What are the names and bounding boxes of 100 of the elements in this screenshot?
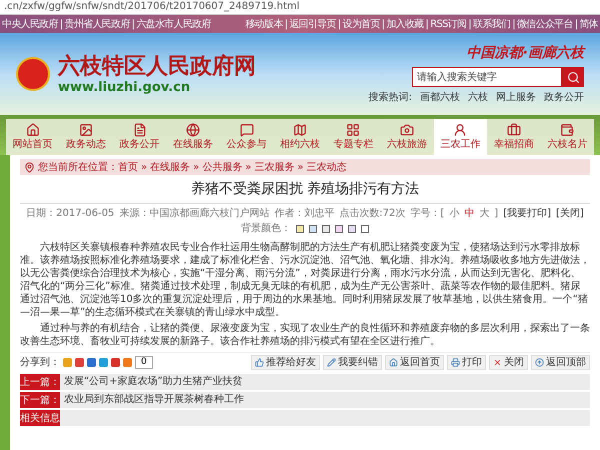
color-swatch[interactable] xyxy=(296,224,304,232)
related-label: 相关信息 xyxy=(20,410,60,426)
breadcrumb-separator: » xyxy=(141,160,148,174)
nav-tab[interactable]: 三农工作 xyxy=(434,119,488,155)
link-separator: | xyxy=(426,18,428,32)
nav-tab[interactable]: 相约六枝 xyxy=(273,119,327,155)
font-size-option[interactable]: 中 xyxy=(464,206,474,221)
color-swatch[interactable] xyxy=(309,224,317,232)
nav-icon xyxy=(346,122,360,136)
color-label: 背景颜色： xyxy=(241,222,291,236)
meta-text: 来源：中国凉都画廊六枝门户网站 xyxy=(119,206,270,221)
site-name: 六枝特区人民政府网 xyxy=(58,54,256,80)
hot-word-link[interactable]: 六枝 xyxy=(468,90,488,105)
action-button[interactable]: 我要纠错 xyxy=(323,355,382,370)
color-swatch[interactable] xyxy=(322,224,330,232)
link-separator: | xyxy=(382,18,384,32)
nav-tab[interactable]: 网站首页 xyxy=(6,119,60,155)
nav-tab[interactable]: 政务公开 xyxy=(112,119,166,155)
hot-word-link[interactable]: 画都六枝 xyxy=(420,90,460,105)
nav-tab[interactable]: 专题专栏 xyxy=(326,119,380,155)
site-url: www.liuzhi.gov.cn xyxy=(58,80,192,94)
meta-text: 日期：2017-06-05 xyxy=(26,206,114,221)
breadcrumb-link[interactable]: 三农动态 xyxy=(306,160,346,174)
share-label: 分享到： xyxy=(20,356,60,370)
color-swatch[interactable] xyxy=(335,224,343,232)
breadcrumb-separator: » xyxy=(245,160,252,174)
link-separator: | xyxy=(574,18,578,32)
action-icon xyxy=(493,358,502,367)
nav-icon xyxy=(26,122,40,136)
nav-icon xyxy=(400,122,414,136)
color-swatch[interactable] xyxy=(361,224,369,232)
nav-tab[interactable]: 政务动态 xyxy=(59,119,113,155)
search-button[interactable] xyxy=(562,67,584,87)
link-separator: | xyxy=(132,18,134,32)
breadcrumb-link[interactable]: 公共服务 xyxy=(202,160,242,174)
top-link[interactable]: 移动版本 xyxy=(245,16,283,32)
search-icon xyxy=(566,70,580,84)
article-title: 养猪不受粪尿困扰 养殖场排污有方法 xyxy=(20,175,590,204)
related-link[interactable]: 农业局到东部战区指导开展茶树春种工作 xyxy=(60,392,244,408)
address-bar[interactable]: .cn/zxfw/ggfw/snfw/sndt/201706/t20170607_2489719.html xyxy=(0,0,600,15)
action-button[interactable]: 推荐给好友 xyxy=(251,355,320,370)
action-icon xyxy=(451,358,460,367)
font-size-option[interactable]: 小 xyxy=(449,206,460,221)
location-pin-icon xyxy=(24,162,35,172)
link-separator: | xyxy=(468,18,472,32)
color-swatch[interactable] xyxy=(348,224,356,232)
nav-tab[interactable]: 六枝旅游 xyxy=(380,119,434,155)
hot-word-link[interactable]: 政务公开 xyxy=(544,90,584,105)
font-size-bracket: ] xyxy=(494,207,498,221)
meta-text: 作者：刘忠平 xyxy=(274,206,334,221)
share-count: 0 xyxy=(135,356,153,369)
font-size-label: 字号：[ xyxy=(410,206,444,221)
action-button[interactable]: 返回顶部 xyxy=(531,355,590,370)
top-link[interactable]: 返回引导页 xyxy=(289,16,336,32)
nav-icon xyxy=(132,122,147,136)
top-link[interactable]: 加入收藏 xyxy=(386,16,424,32)
action-button[interactable]: 关闭 xyxy=(489,355,528,370)
top-link[interactable]: 联系我们 xyxy=(473,16,510,32)
breadcrumb-link[interactable]: 三农服务 xyxy=(254,160,294,174)
breadcrumb-link[interactable]: 您当前所在位置：首页 xyxy=(38,160,138,174)
top-link[interactable]: 贵州省人民政府 xyxy=(64,16,130,32)
nav-icon xyxy=(560,122,574,136)
search-field[interactable]: 请输入搜索关键字 xyxy=(412,67,562,87)
action-icon xyxy=(389,358,398,367)
nav-tab[interactable]: 六枝名片 xyxy=(540,119,594,155)
action-icon xyxy=(535,358,544,367)
hot-word-link[interactable]: 网上服务 xyxy=(496,90,536,105)
article-paragraph: 六枝特区关寨镇根春种养殖农民专业合作社运用生物高酵制肥的方法生产有机肥让猪粪变废为宝，使猪场达到污水零排放标准。该养殖场按照标准化养殖场要求，建成了标准化栏舍、污水沉淀池、沼气池、氧化塘、排水沟。养殖场吸收多地方先进做法，以无公害粪便综合治理技术为核心，实施“干湿分离、雨污分流”，对粪尿进行分离，雨水污水分流，从而达到无害化、肥料化、沼气化的“两分三化”标准。猪粪通过技术处理，制成无臭无味的有机肥，成为生产无公害茶叶、蔬菜等农作物的最佳肥料。猪尿通过沼气池、沉淀池等10多次的重复沉淀处理后，用于周边的水果基地。同时利用猪尿发展了牧草基地，以供生猪食用。一个“猪—沼—果—草”的生态循环模式在关寨镇的青山绿水中成型。 xyxy=(20,241,590,319)
top-link[interactable]: 中央人民政府 xyxy=(2,16,58,32)
link-separator: | xyxy=(60,18,62,32)
nav-tab[interactable]: 在线服务 xyxy=(166,119,220,155)
nav-tab[interactable]: 公众参与 xyxy=(220,119,274,155)
link-separator: | xyxy=(284,18,288,32)
top-link[interactable]: 六盘水市人民政府 xyxy=(136,16,211,32)
top-link[interactable]: 设为首页 xyxy=(342,16,380,32)
font-size-option[interactable]: 大 xyxy=(479,206,490,221)
related-link[interactable]: 发展“公司+家庭农场”助力生猪产业扶贫 xyxy=(60,374,243,390)
breadcrumb-separator: » xyxy=(193,160,200,174)
top-link[interactable]: RSS订阅 xyxy=(430,16,466,32)
meta-link[interactable]: [我要打印] xyxy=(503,206,552,221)
top-link[interactable]: 简体 xyxy=(579,16,598,32)
article-paragraph: 通过种与养的有机结合，让猪的粪便、尿液变废为宝，实现了农业生产的良性循环和养殖废弃物的多层次利用，探索出了一条改善生态环境、畜牧业可持续发展的新路子。该合作社养殖场的排污模式有望在全区进行推广。 xyxy=(20,322,590,348)
nav-tab[interactable]: 幸福招商 xyxy=(487,119,541,155)
nav-icon xyxy=(292,122,307,136)
related-label: 上一篇： xyxy=(20,374,60,390)
top-link[interactable]: 微信公众平台 xyxy=(516,16,573,32)
nav-icon xyxy=(186,122,200,136)
action-icon xyxy=(255,358,264,367)
action-button[interactable]: 打印 xyxy=(447,355,486,370)
link-separator: | xyxy=(338,18,340,32)
meta-link[interactable]: [关闭] xyxy=(556,206,584,221)
nav-icon xyxy=(240,122,254,136)
related-label: 下一篇： xyxy=(20,392,60,408)
nav-icon xyxy=(79,122,94,136)
slogan: 中国凉都·画廊六枝 xyxy=(466,44,584,63)
action-icon xyxy=(327,358,336,367)
hot-words-label: 搜索热词: xyxy=(368,90,412,105)
breadcrumb-link[interactable]: 在线服务 xyxy=(150,160,190,174)
action-button[interactable]: 返回首页 xyxy=(385,355,444,370)
nav-icon xyxy=(506,122,521,136)
